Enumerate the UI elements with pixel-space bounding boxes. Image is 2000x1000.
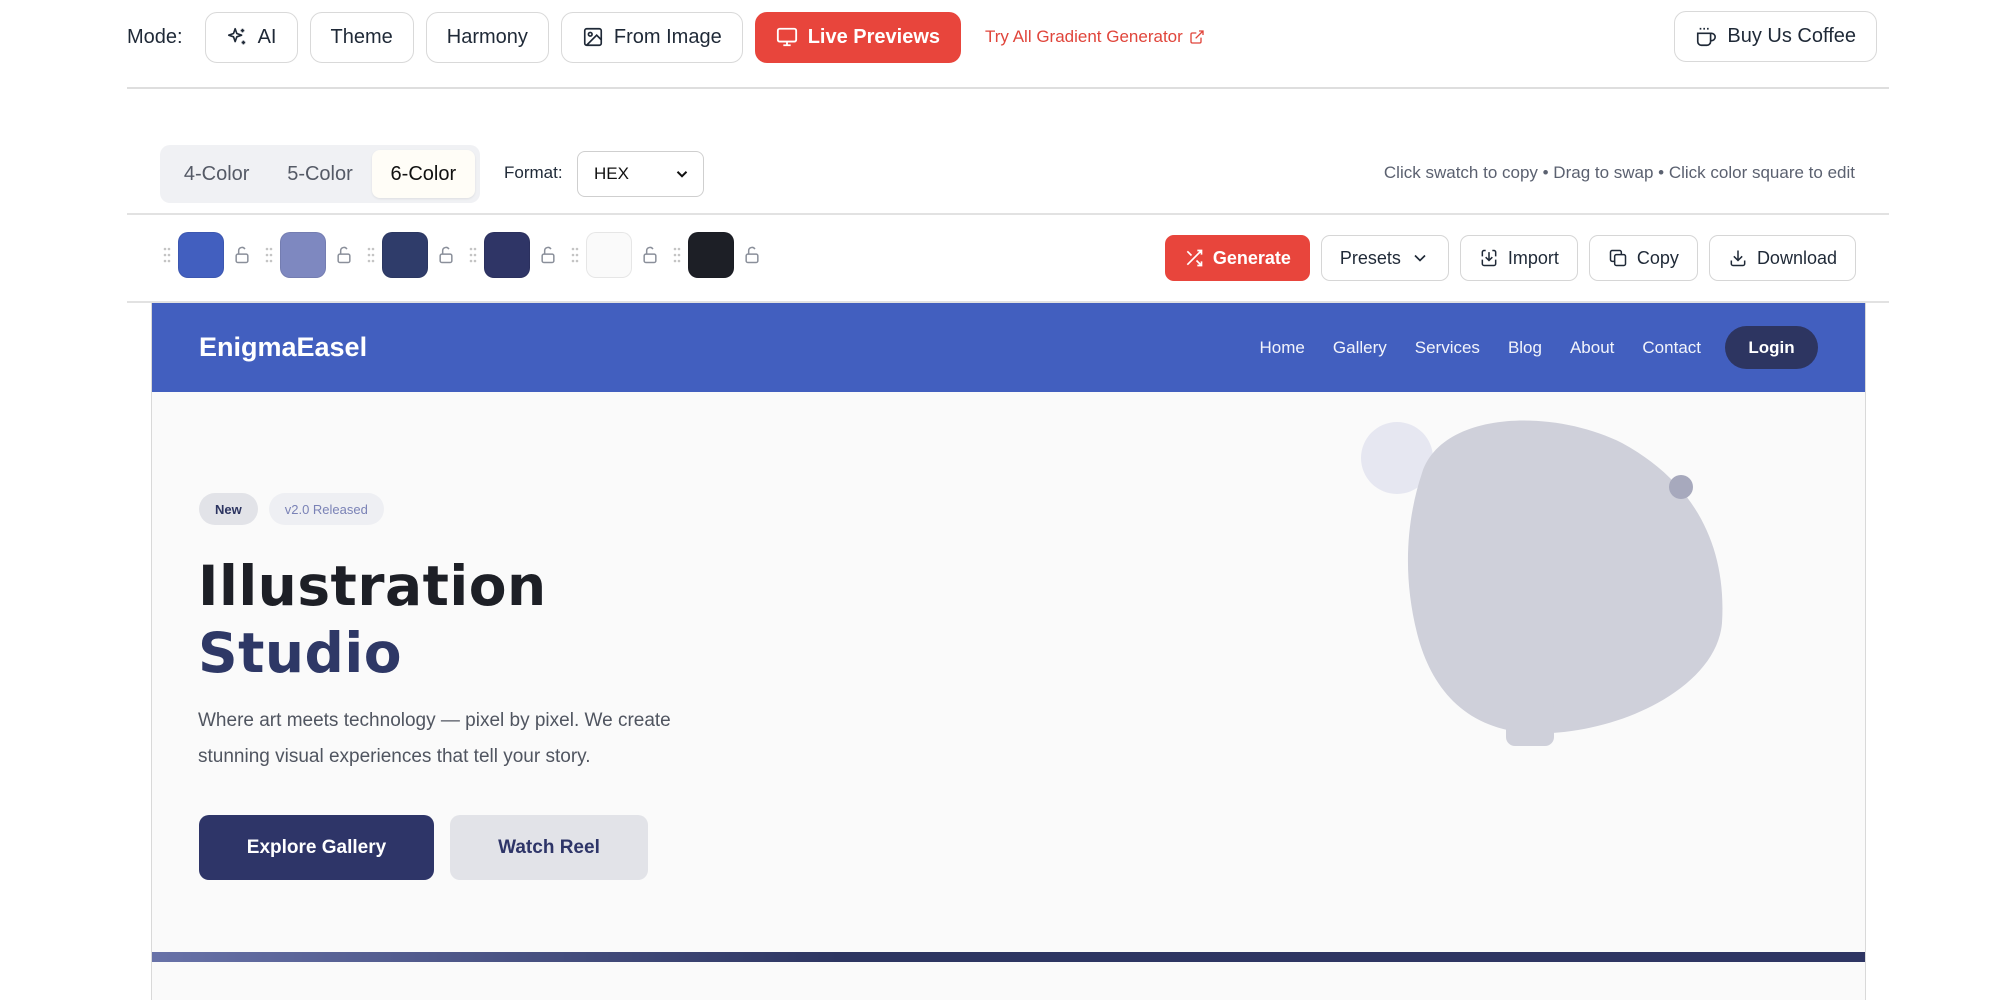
- hero-lead: Where art meets technology — pixel by pi…: [198, 710, 671, 767]
- swatch-group: [468, 232, 558, 278]
- preview-nav-home[interactable]: Home: [1260, 338, 1305, 358]
- presets-label: Presets: [1339, 247, 1401, 268]
- external-link-icon: [1190, 30, 1204, 44]
- palette-size-toggle: 4-Color 5-Color 6-Color: [160, 145, 480, 203]
- unlock-icon[interactable]: [334, 245, 354, 265]
- coffee-cup-icon: [1697, 27, 1717, 46]
- palette-size-4[interactable]: 4-Color: [165, 150, 268, 198]
- swatch-group: [366, 232, 456, 278]
- mode-harmony-label: Harmony: [446, 25, 528, 48]
- hero-title-line1: Illustration: [198, 554, 547, 618]
- hero-title-line2: Studio: [198, 621, 403, 685]
- palette-size-5[interactable]: 5-Color: [268, 150, 371, 198]
- decor-dot: [1669, 475, 1693, 499]
- preview-navbar: EnigmaEasel Home Gallery Services Blog A…: [152, 303, 1865, 392]
- decor-circle: [1361, 422, 1433, 494]
- monitor-icon: [776, 27, 797, 47]
- drag-handle-icon[interactable]: [570, 246, 580, 264]
- decor-square: [1506, 698, 1554, 746]
- format-value: HEX: [594, 164, 629, 183]
- preview-nav-about[interactable]: About: [1570, 338, 1614, 358]
- color-swatch-6[interactable]: [688, 232, 734, 278]
- live-preview: EnigmaEasel Home Gallery Services Blog A…: [151, 303, 1866, 1000]
- drag-handle-icon[interactable]: [468, 246, 478, 264]
- generate-button[interactable]: Generate: [1164, 235, 1310, 281]
- import-icon: [1481, 249, 1497, 267]
- mode-live-previews-button[interactable]: Live Previews: [754, 11, 962, 63]
- swatch-group: [672, 232, 762, 278]
- color-swatch-5[interactable]: [586, 232, 632, 278]
- mode-theme-button[interactable]: Theme: [309, 11, 414, 63]
- try-gradient-link[interactable]: Try All Gradient Generator: [985, 27, 1205, 47]
- color-swatch-4[interactable]: [484, 232, 530, 278]
- palette-size-6[interactable]: 6-Color: [371, 150, 475, 198]
- copy-icon: [1609, 249, 1627, 267]
- drag-handle-icon[interactable]: [162, 246, 172, 264]
- divider: [127, 213, 1889, 215]
- color-swatch-2[interactable]: [280, 232, 326, 278]
- buy-coffee-label: Buy Us Coffee: [1727, 25, 1856, 47]
- unlock-icon[interactable]: [436, 245, 456, 265]
- download-label: Download: [1756, 247, 1837, 268]
- preview-login-button[interactable]: Login: [1725, 326, 1818, 369]
- preview-nav-services[interactable]: Services: [1415, 338, 1480, 358]
- mode-from-image-button[interactable]: From Image: [560, 11, 743, 63]
- color-swatch-3[interactable]: [382, 232, 428, 278]
- sparkles-icon: [227, 27, 245, 45]
- format-label: Format:: [504, 163, 563, 182]
- drag-handle-icon[interactable]: [366, 246, 376, 264]
- usage-hint: Click swatch to copy • Drag to swap • Cl…: [1383, 163, 1855, 182]
- swatch-group: [570, 232, 660, 278]
- badge-new: New: [199, 493, 258, 525]
- preview-brand[interactable]: EnigmaEasel: [199, 332, 367, 363]
- mode-bar: Mode: AI Theme Harmony From Image Live P…: [127, 11, 1889, 63]
- watch-reel-button[interactable]: Watch Reel: [450, 815, 648, 880]
- copy-label: Copy: [1636, 247, 1679, 268]
- preview-nav-gallery[interactable]: Gallery: [1333, 338, 1387, 358]
- try-gradient-label: Try All Gradient Generator: [985, 27, 1183, 46]
- chevron-down-icon: [1414, 254, 1426, 262]
- unlock-icon[interactable]: [742, 245, 762, 265]
- download-icon: [1730, 250, 1746, 267]
- chevron-down-icon: [676, 171, 688, 178]
- swatch-group: [264, 232, 354, 278]
- mode-theme-label: Theme: [330, 25, 393, 48]
- preview-nav-blog[interactable]: Blog: [1508, 338, 1542, 358]
- mode-live-previews-label: Live Previews: [807, 25, 941, 48]
- hero-title: Illustration Studio: [198, 553, 547, 687]
- generate-label: Generate: [1212, 247, 1291, 268]
- hero-badges: New v2.0 Released: [199, 493, 384, 525]
- drag-handle-icon[interactable]: [264, 246, 274, 264]
- buy-coffee-button[interactable]: Buy Us Coffee: [1674, 11, 1877, 62]
- format-select[interactable]: HEX: [577, 151, 704, 197]
- palette-actions: Generate Presets Import Copy Download: [1164, 235, 1856, 281]
- download-button[interactable]: Download: [1708, 235, 1856, 281]
- swatch-row: [162, 231, 774, 279]
- import-label: Import: [1507, 247, 1559, 268]
- unlock-icon[interactable]: [538, 245, 558, 265]
- import-button[interactable]: Import: [1459, 235, 1578, 281]
- divider: [127, 87, 1889, 89]
- preview-nav-contact[interactable]: Contact: [1642, 338, 1701, 358]
- mode-label: Mode:: [127, 25, 183, 48]
- copy-button[interactable]: Copy: [1588, 235, 1698, 281]
- explore-gallery-button[interactable]: Explore Gallery: [199, 815, 434, 880]
- image-icon: [583, 27, 602, 47]
- preview-nav-links: Home Gallery Services Blog About Contact: [1260, 338, 1701, 358]
- decor-blob: [1407, 420, 1723, 734]
- swatch-group: [162, 232, 252, 278]
- unlock-icon[interactable]: [232, 245, 252, 265]
- unlock-icon[interactable]: [640, 245, 660, 265]
- drag-handle-icon[interactable]: [672, 246, 682, 264]
- section-divider-band: [152, 952, 1865, 962]
- mode-from-image-label: From Image: [613, 25, 722, 48]
- badge-version: v2.0 Released: [268, 493, 384, 525]
- shuffle-icon: [1186, 249, 1203, 267]
- mode-ai-label: AI: [257, 25, 277, 48]
- color-swatch-1[interactable]: [178, 232, 224, 278]
- presets-button[interactable]: Presets: [1320, 235, 1449, 281]
- mode-ai-button[interactable]: AI: [204, 11, 298, 63]
- mode-harmony-button[interactable]: Harmony: [425, 11, 549, 63]
